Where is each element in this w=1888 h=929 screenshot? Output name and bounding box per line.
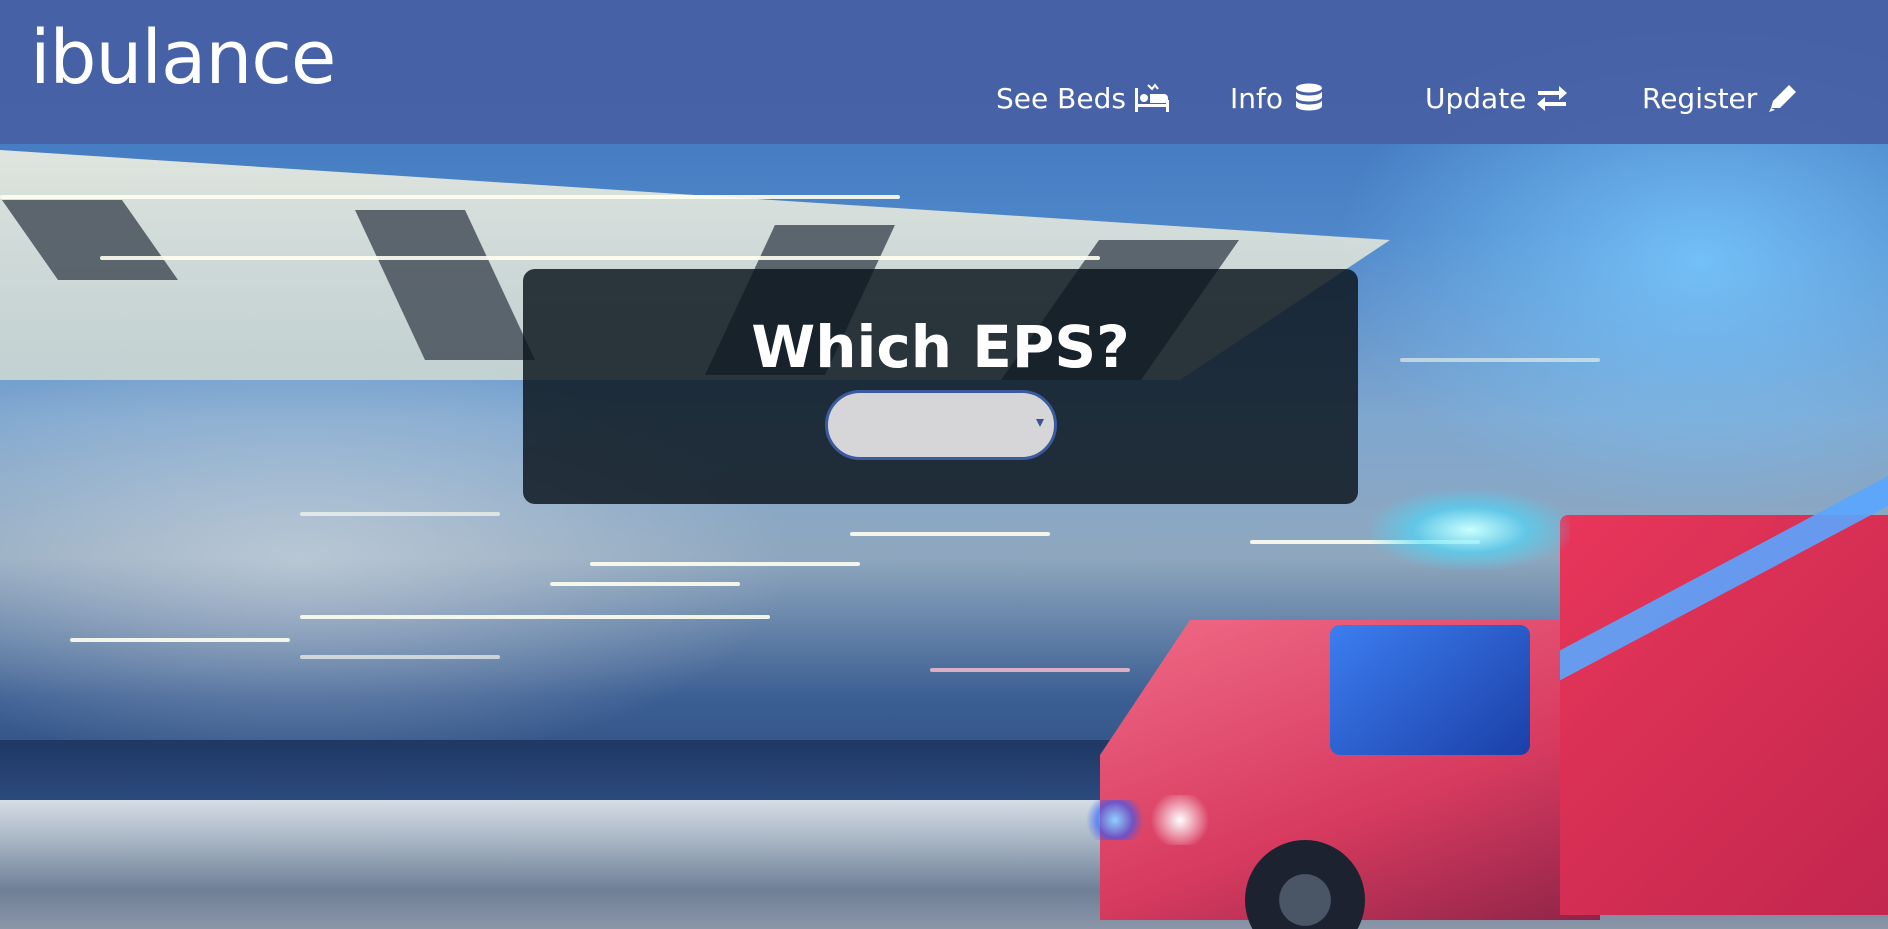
light-streak xyxy=(100,256,1100,260)
top-navbar: ibulance See Beds Info Update Register xyxy=(0,0,1888,144)
ambulance-headlight xyxy=(1150,795,1210,845)
eps-selection-panel: Which EPS? xyxy=(523,269,1358,504)
ambulance-siren-light xyxy=(1370,490,1570,570)
nav-update[interactable]: Update xyxy=(1425,78,1570,118)
nav-register[interactable]: Register xyxy=(1642,78,1801,118)
light-streak xyxy=(550,582,740,586)
exchange-arrows-icon xyxy=(1537,86,1568,111)
page-title: Which EPS? xyxy=(751,313,1130,381)
ambulance-blue-light xyxy=(1085,800,1145,840)
light-streak xyxy=(590,562,860,566)
light-streak xyxy=(300,655,500,659)
light-streak xyxy=(850,532,1050,536)
bed-icon xyxy=(1134,83,1169,112)
eps-select-dropdown[interactable] xyxy=(824,389,1057,460)
database-icon xyxy=(1296,83,1322,111)
light-streak xyxy=(0,195,900,199)
nav-register-label: Register xyxy=(1642,81,1758,115)
ambulance-window xyxy=(1330,625,1530,755)
light-streak xyxy=(70,638,290,642)
nav-info[interactable]: Info xyxy=(1230,78,1327,118)
nav-see-beds-label: See Beds xyxy=(996,81,1126,115)
chevron-down-icon xyxy=(1035,418,1044,427)
app-logo[interactable]: ibulance xyxy=(30,17,336,99)
light-streak xyxy=(930,668,1130,672)
light-streak xyxy=(1400,358,1600,362)
nav-update-label: Update xyxy=(1425,81,1527,115)
nav-info-label: Info xyxy=(1230,81,1283,115)
pencil-icon xyxy=(1769,85,1797,112)
nav-see-beds[interactable]: See Beds xyxy=(996,78,1170,118)
light-streak xyxy=(300,512,500,516)
light-streak xyxy=(300,615,770,619)
